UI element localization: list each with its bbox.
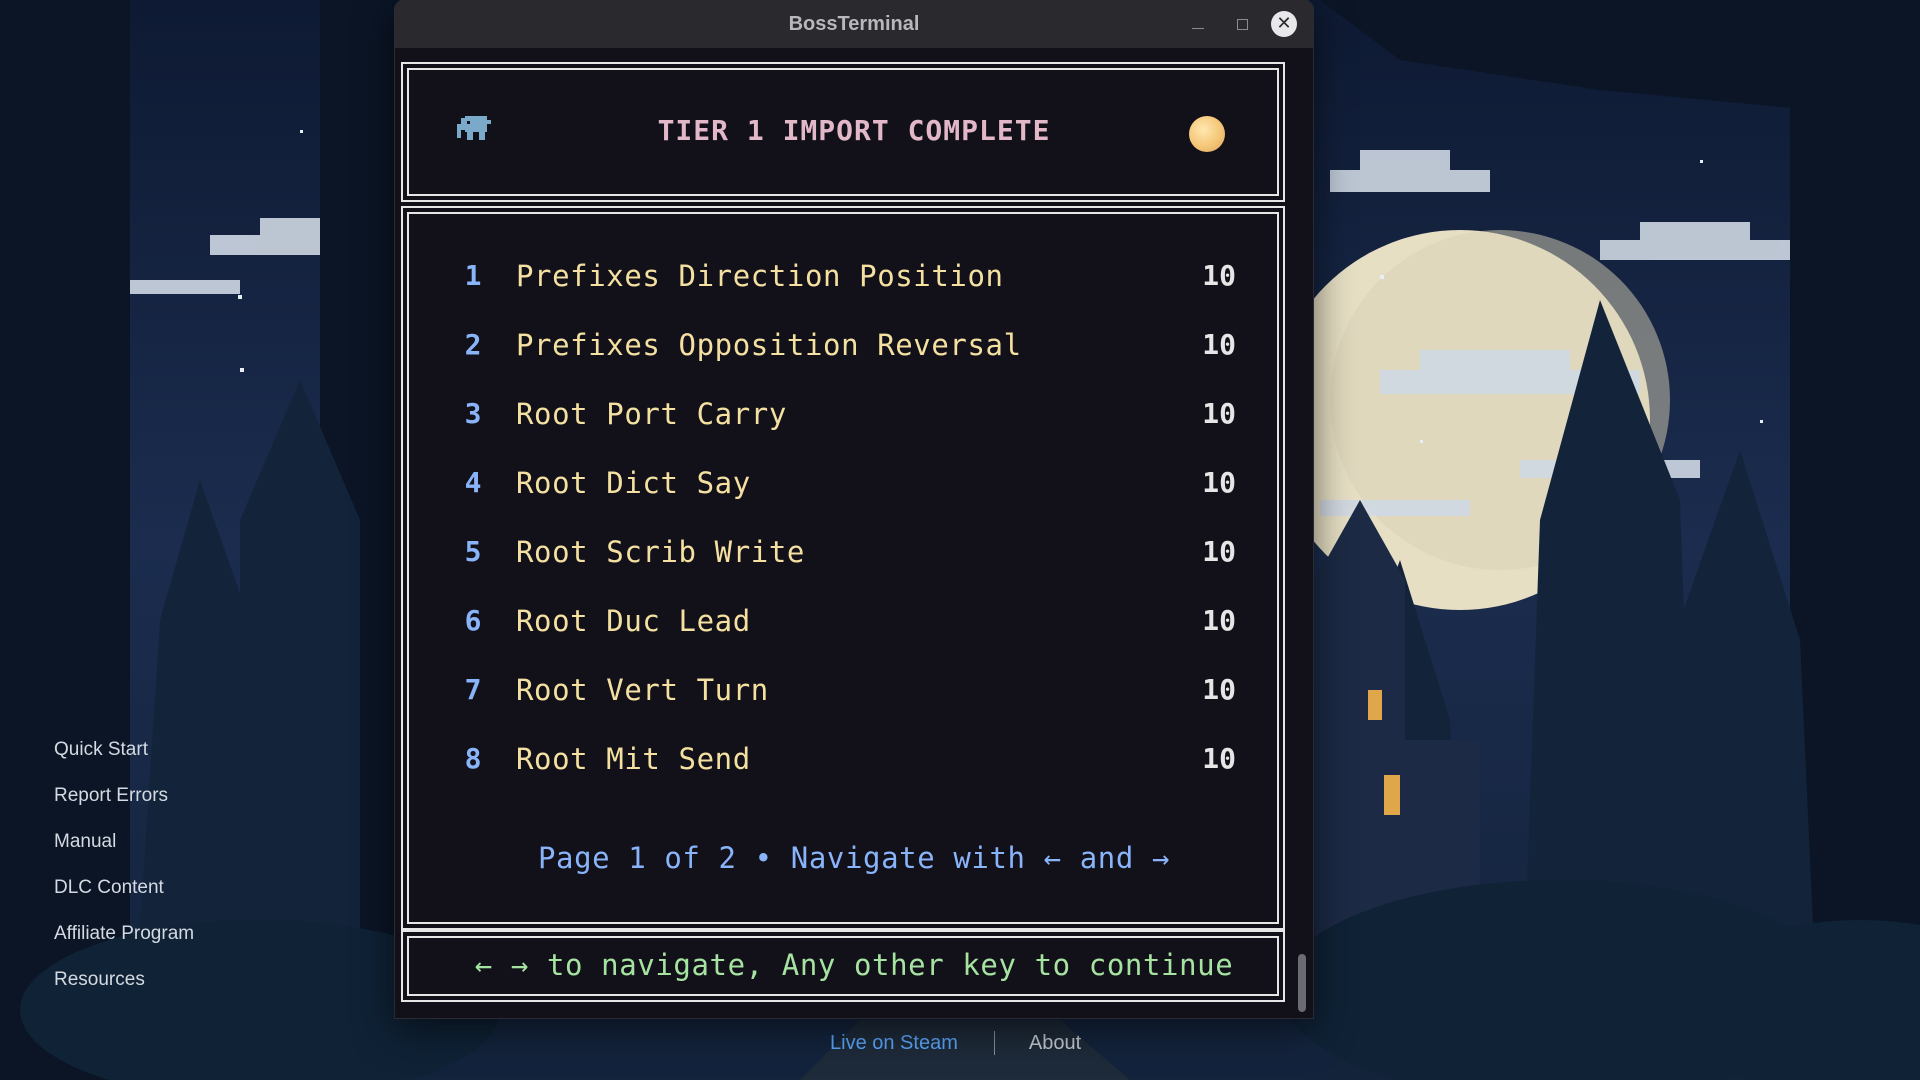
item-score: 10 (1202, 328, 1236, 361)
item-number: 6 (464, 604, 482, 637)
close-icon[interactable]: ✕ (1271, 11, 1297, 37)
item-number: 4 (464, 466, 482, 499)
item-name[interactable]: Prefixes Direction Position (516, 256, 1004, 296)
item-score: 10 (1202, 259, 1236, 292)
item-name[interactable]: Root Dict Say (516, 463, 751, 503)
side-menu-item-manual[interactable]: Manual (54, 827, 194, 873)
item-number: 3 (464, 397, 482, 430)
minimize-icon[interactable] (1185, 11, 1211, 37)
about-link[interactable]: About (1029, 1032, 1081, 1055)
side-menu-item-quick-start[interactable]: Quick Start (54, 735, 194, 781)
side-menu-item-resources[interactable]: Resources (54, 965, 194, 1011)
item-name[interactable]: Root Port Carry (516, 394, 787, 434)
live-on-steam-link[interactable]: Live on Steam (830, 1032, 958, 1055)
list-item[interactable]: 7 Root Vert Turn 10 (395, 670, 1313, 739)
item-name[interactable]: Root Duc Lead (516, 601, 751, 641)
side-menu-item-report-errors[interactable]: Report Errors (54, 781, 194, 827)
scrollbar-thumb[interactable] (1298, 954, 1306, 1012)
item-number: 1 (464, 259, 482, 292)
item-number: 2 (464, 328, 482, 361)
item-number: 7 (464, 673, 482, 706)
list-item[interactable]: 1 Prefixes Direction Position 10 (395, 256, 1313, 325)
list-item[interactable]: 6 Root Duc Lead 10 (395, 601, 1313, 670)
import-list: 1 Prefixes Direction Position 10 2 Prefi… (395, 256, 1313, 808)
maximize-icon[interactable] (1229, 11, 1255, 37)
side-menu-item-affiliate-program[interactable]: Affiliate Program (54, 919, 194, 965)
list-item[interactable]: 4 Root Dict Say 10 (395, 463, 1313, 532)
side-menu-item-dlc-content[interactable]: DLC Content (54, 873, 194, 919)
item-score: 10 (1202, 673, 1236, 706)
item-score: 10 (1202, 466, 1236, 499)
list-item[interactable]: 5 Root Scrib Write 10 (395, 532, 1313, 601)
link-divider (993, 1031, 995, 1055)
list-item[interactable]: 2 Prefixes Opposition Reversal 10 (395, 325, 1313, 394)
window-title: BossTerminal (788, 13, 920, 35)
item-name[interactable]: Prefixes Opposition Reversal (516, 325, 1022, 365)
moon-icon (1189, 116, 1225, 152)
item-score: 10 (1202, 535, 1236, 568)
terminal-window: BossTerminal ✕ TIER 1 IMPORT COMPLETE 1 … (395, 0, 1313, 1018)
item-name[interactable]: Root Vert Turn (516, 670, 769, 710)
footer-instructions: ← → to navigate, Any other key to contin… (474, 948, 1234, 982)
item-name[interactable]: Root Scrib Write (516, 532, 805, 572)
item-number: 8 (464, 742, 482, 775)
side-menu: Quick Start Report Errors Manual DLC Con… (54, 735, 194, 1011)
item-score: 10 (1202, 397, 1236, 430)
import-complete-title: TIER 1 IMPORT COMPLETE (657, 114, 1051, 147)
item-number: 5 (464, 535, 482, 568)
list-item[interactable]: 3 Root Port Carry 10 (395, 394, 1313, 463)
window-titlebar[interactable]: BossTerminal ✕ (395, 0, 1313, 49)
bottom-links: Live on Steam About (830, 1030, 1081, 1056)
item-score: 10 (1202, 604, 1236, 637)
item-name[interactable]: Root Mit Send (516, 739, 751, 779)
pagination-info: Page 1 of 2 • Navigate with ← and → (537, 841, 1171, 875)
terminal-content[interactable]: TIER 1 IMPORT COMPLETE 1 Prefixes Direct… (395, 48, 1313, 1018)
list-item[interactable]: 8 Root Mit Send 10 (395, 739, 1313, 808)
item-score: 10 (1202, 742, 1236, 775)
